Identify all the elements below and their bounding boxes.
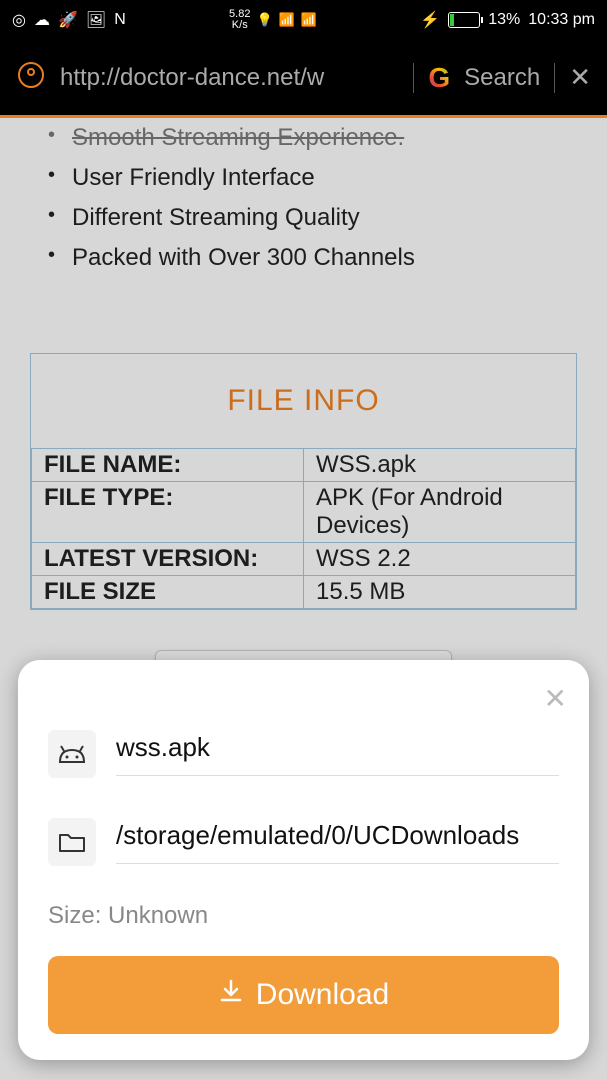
search-button[interactable]: Search [464,64,540,92]
picture-icon: 🖼 [86,10,106,30]
divider [554,63,555,93]
browser-address-bar: http://doctor-dance.net/w G Search ✕ [0,40,607,118]
download-button[interactable]: Download [48,956,559,1034]
signal-icon-2: 📶 [301,12,317,28]
folder-icon [48,818,96,866]
signal-icon: 📶 [279,12,295,28]
url-field[interactable]: http://doctor-dance.net/w [60,64,399,92]
divider [413,63,414,93]
charging-icon: ⚡ [420,10,440,30]
battery-percent: 13% [488,11,520,29]
lightbulb-icon: 💡 [256,12,272,28]
close-icon[interactable]: ✕ [544,682,567,715]
android-icon [48,730,96,778]
filename-field[interactable]: wss.apk [116,732,559,776]
download-icon [218,978,244,1012]
cloud-icon: ☁ [34,10,50,30]
google-icon[interactable]: G [428,62,450,94]
android-status-bar: ◎ ☁ 🚀 🖼 N 5.82 K/s 💡 📶 📶 ⚡ 13% 10:33 pm [0,0,607,40]
n-icon: N [114,11,126,29]
network-speed: 5.82 K/s [229,9,250,31]
close-icon[interactable]: ✕ [569,62,591,93]
browser-logo-icon [16,60,46,95]
download-dialog: ✕ wss.apk /storage/emulated/0/UCDownload… [18,660,589,1060]
battery-icon [448,12,480,28]
file-size-label: Size: Unknown [48,902,559,930]
target-icon: ◎ [12,10,26,30]
clock: 10:33 pm [528,11,595,29]
rocket-icon: 🚀 [58,10,78,30]
path-field[interactable]: /storage/emulated/0/UCDownloads [116,820,559,864]
